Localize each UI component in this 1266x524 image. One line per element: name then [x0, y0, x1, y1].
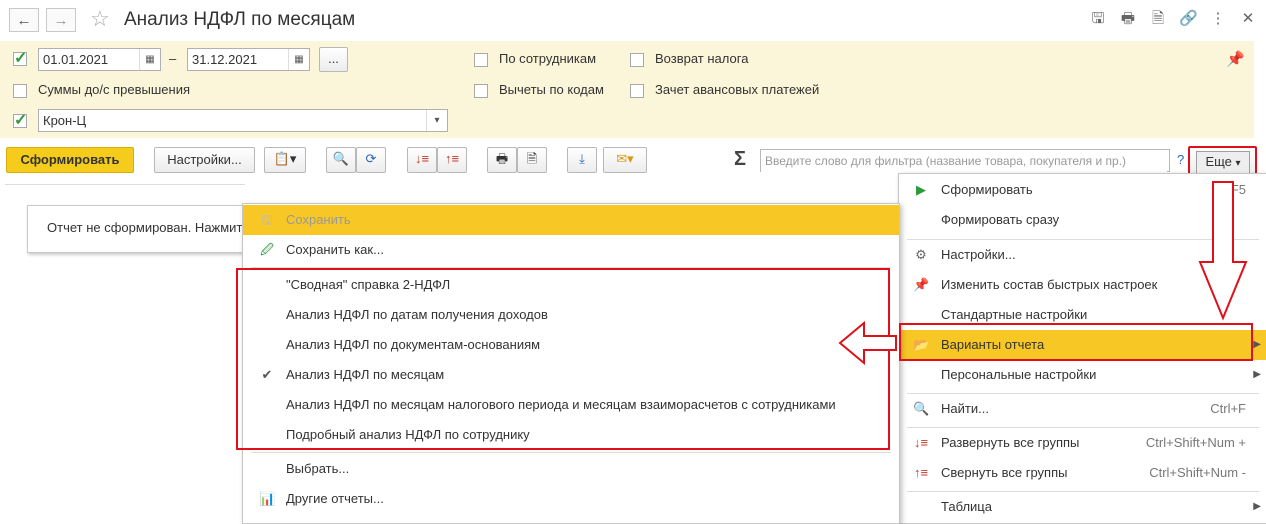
annotation-arrow-down	[1198, 181, 1248, 321]
annotation-arrows	[838, 181, 1248, 366]
annotation-arrow-left	[838, 320, 897, 366]
